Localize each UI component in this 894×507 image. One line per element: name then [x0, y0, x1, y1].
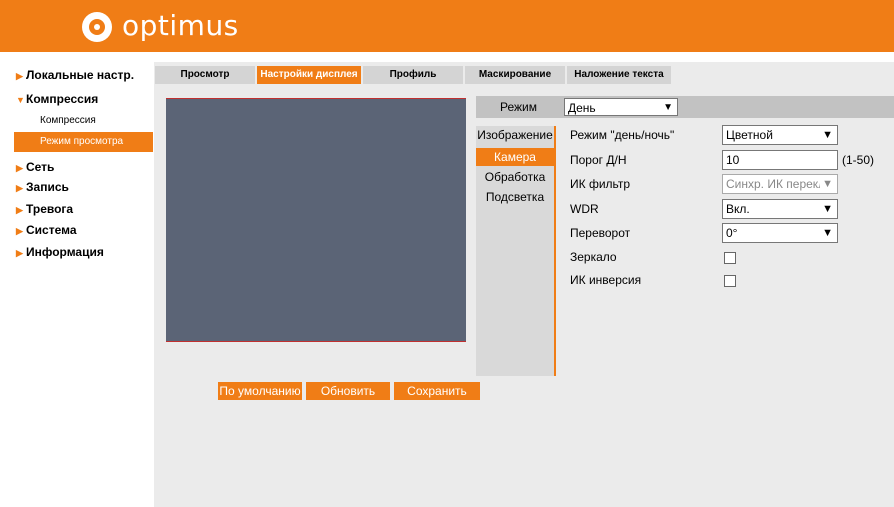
subpanel-item-backlight[interactable]: Подсветка — [476, 190, 554, 204]
refresh-button[interactable]: Обновить — [306, 382, 390, 400]
day-night-label: Режим "день/ночь" — [570, 128, 675, 142]
subpanel-item-processing[interactable]: Обработка — [476, 170, 554, 184]
save-button[interactable]: Сохранить — [394, 382, 480, 400]
ir-filter-label: ИК фильтр — [570, 177, 631, 191]
ir-filter-select[interactable]: Синхр. ИК перекл ▼ — [722, 174, 838, 194]
sidebar-subitem-compression[interactable]: Компрессия — [40, 115, 96, 126]
ir-inversion-label: ИК инверсия — [570, 273, 642, 287]
mirror-label: Зеркало — [570, 250, 617, 264]
tab-profile[interactable]: Профиль — [363, 66, 463, 84]
wdr-value: Вкл. — [726, 202, 750, 216]
triangle-down-icon: ▼ — [16, 95, 25, 105]
mode-select[interactable]: День ▼ — [564, 98, 678, 116]
default-button[interactable]: По умолчанию — [218, 382, 302, 400]
subpanel-item-camera[interactable]: Камера — [476, 148, 554, 166]
brand-name: optimus — [122, 9, 239, 42]
flip-select[interactable]: 0° ▼ — [722, 223, 838, 243]
chevron-down-icon: ▼ — [822, 203, 833, 215]
mode-bar: Режим День ▼ — [476, 96, 894, 118]
sidebar-item-network[interactable]: ▶ Сеть — [16, 160, 54, 174]
threshold-value: 10 — [726, 153, 740, 167]
threshold-range: (1-50) — [842, 153, 875, 167]
sidebar-item-info[interactable]: ▶ Информация — [16, 245, 104, 259]
sidebar-item-compression[interactable]: ▼Компрессия — [16, 92, 98, 106]
chevron-down-icon: ▼ — [822, 129, 833, 141]
sidebar-item-alarm[interactable]: ▶ Тревога — [16, 202, 73, 216]
optimus-logo-icon — [82, 12, 112, 42]
sidebar-item-local-settings[interactable]: ▶ Локальные настр. — [16, 68, 134, 82]
threshold-label: Порог Д/Н — [570, 153, 627, 167]
triangle-right-icon: ▶ — [16, 163, 23, 173]
sidebar-subitem-view-mode[interactable]: Режим просмотра — [14, 132, 153, 152]
settings-subpanel: Изображение Камера Обработка Подсветка — [476, 126, 556, 376]
threshold-input[interactable]: 10 — [722, 150, 838, 170]
ir-inversion-checkbox[interactable] — [724, 275, 736, 287]
wdr-label: WDR — [570, 202, 599, 216]
flip-label: Переворот — [570, 226, 631, 240]
tab-text-overlay[interactable]: Наложение текста — [567, 66, 671, 84]
subpanel-item-image[interactable]: Изображение — [476, 128, 554, 142]
triangle-right-icon: ▶ — [16, 71, 23, 81]
mode-label: Режим — [500, 100, 537, 114]
header-bar: optimus — [0, 0, 894, 52]
triangle-right-icon: ▶ — [16, 205, 23, 215]
tab-display-settings[interactable]: Настройки дисплея — [257, 66, 361, 84]
tab-masking[interactable]: Маскирование — [465, 66, 565, 84]
ir-filter-value: Синхр. ИК перекл — [726, 177, 826, 191]
triangle-right-icon: ▶ — [16, 248, 23, 258]
chevron-down-icon: ▼ — [663, 102, 673, 113]
day-night-value: Цветной — [726, 128, 773, 142]
mirror-checkbox[interactable] — [724, 252, 736, 264]
flip-value: 0° — [726, 226, 738, 240]
main-content: Просмотр Настройки дисплея Профиль Маски… — [154, 62, 894, 507]
wdr-select[interactable]: Вкл. ▼ — [722, 199, 838, 219]
video-preview[interactable] — [166, 98, 466, 342]
subpanel-divider — [554, 126, 556, 376]
chevron-down-icon: ▼ — [822, 227, 833, 239]
chevron-down-icon: ▼ — [820, 175, 833, 193]
sidebar-item-system[interactable]: ▶ Система — [16, 223, 77, 237]
day-night-select[interactable]: Цветной ▼ — [722, 125, 838, 145]
triangle-right-icon: ▶ — [16, 226, 23, 236]
tab-preview[interactable]: Просмотр — [155, 66, 255, 84]
sidebar-item-record[interactable]: ▶ Запись — [16, 180, 69, 194]
mode-select-value: День — [568, 101, 596, 115]
triangle-right-icon: ▶ — [16, 183, 23, 193]
